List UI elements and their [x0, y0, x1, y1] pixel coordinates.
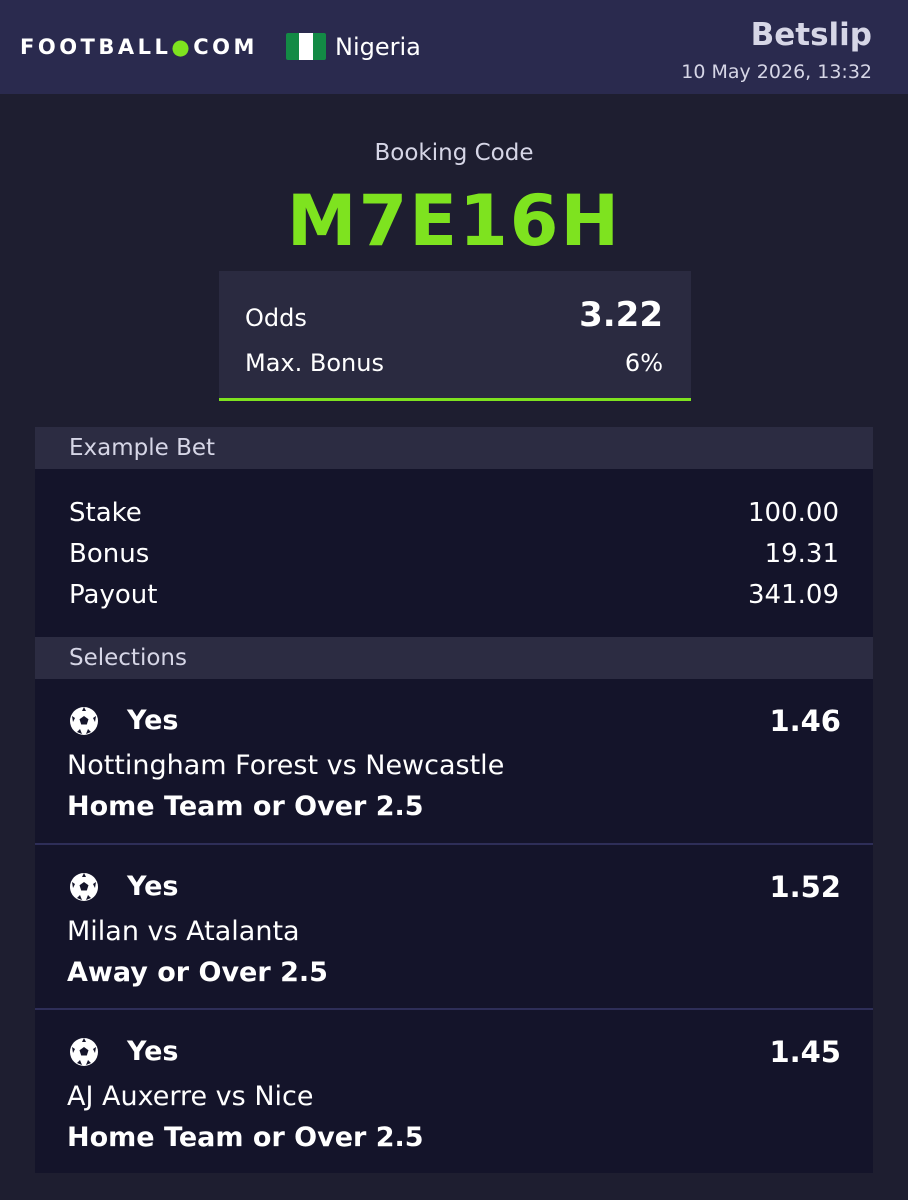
bonus-row: Bonus 19.31: [69, 539, 839, 569]
nigeria-flag-icon: [286, 33, 326, 60]
stake-value: 100.00: [748, 498, 839, 528]
selection-match: AJ Auxerre vs Nice: [67, 1081, 314, 1112]
selection-odds: 1.45: [769, 1035, 841, 1069]
booking-code: M7E16H: [286, 180, 622, 262]
country-label: Nigeria: [335, 33, 421, 61]
page-title: Betslip: [750, 17, 872, 53]
logo-dot: ●: [171, 35, 194, 59]
selection-match: Milan vs Atalanta: [67, 916, 300, 947]
logo-suffix: COM: [193, 35, 258, 59]
selections-title: Selections: [69, 645, 187, 671]
selection-item[interactable]: Yes 1.52 Milan vs Atalanta Away or Over …: [35, 845, 873, 1008]
payout-value: 341.09: [748, 580, 839, 610]
max-bonus-row: Max. Bonus 6%: [245, 349, 663, 377]
stake-row: Stake 100.00: [69, 498, 839, 528]
odds-summary-box: Odds 3.22 Max. Bonus 6%: [219, 271, 691, 401]
soccer-ball-icon: [70, 1038, 98, 1066]
selection-pick: Yes: [127, 1036, 179, 1067]
selection-pick: Yes: [127, 705, 179, 736]
bonus-label: Bonus: [69, 539, 150, 569]
selection-market: Home Team or Over 2.5: [67, 1122, 424, 1153]
payout-label: Payout: [69, 580, 158, 610]
soccer-ball-icon: [70, 707, 98, 735]
selection-odds: 1.46: [769, 704, 841, 738]
stake-label: Stake: [69, 498, 142, 528]
selection-item[interactable]: Yes 1.46 Nottingham Forest vs Newcastle …: [35, 679, 873, 843]
selection-odds: 1.52: [769, 870, 841, 904]
football-com-logo[interactable]: FOOTBALL●COM: [20, 35, 258, 59]
app-header: FOOTBALL●COM Nigeria Betslip 10 May 2026…: [0, 0, 908, 94]
payout-row: Payout 341.09: [69, 580, 839, 610]
selection-market: Home Team or Over 2.5: [67, 791, 424, 822]
selection-market: Away or Over 2.5: [67, 957, 328, 988]
odds-label: Odds: [245, 304, 307, 332]
max-bonus-label: Max. Bonus: [245, 349, 384, 377]
odds-value: 3.22: [579, 295, 663, 335]
selections-header: Selections: [35, 637, 873, 679]
odds-row: Odds 3.22: [245, 295, 663, 335]
betslip-page: FOOTBALL●COM Nigeria Betslip 10 May 2026…: [0, 0, 908, 1200]
selection-pick: Yes: [127, 871, 179, 902]
soccer-ball-icon: [70, 873, 98, 901]
bonus-value: 19.31: [764, 539, 839, 569]
max-bonus-value: 6%: [624, 349, 663, 377]
booking-code-label: Booking Code: [374, 140, 534, 166]
example-bet-title: Example Bet: [69, 435, 216, 461]
selection-match: Nottingham Forest vs Newcastle: [67, 750, 505, 781]
logo-text: FOOTBALL: [20, 35, 172, 59]
example-bet-panel: Stake 100.00 Bonus 19.31 Payout 341.09: [35, 469, 873, 637]
example-bet-header: Example Bet: [35, 427, 873, 469]
betslip-datetime: 10 May 2026, 13:32: [681, 61, 872, 83]
selection-item[interactable]: Yes 1.45 AJ Auxerre vs Nice Home Team or…: [35, 1010, 873, 1173]
